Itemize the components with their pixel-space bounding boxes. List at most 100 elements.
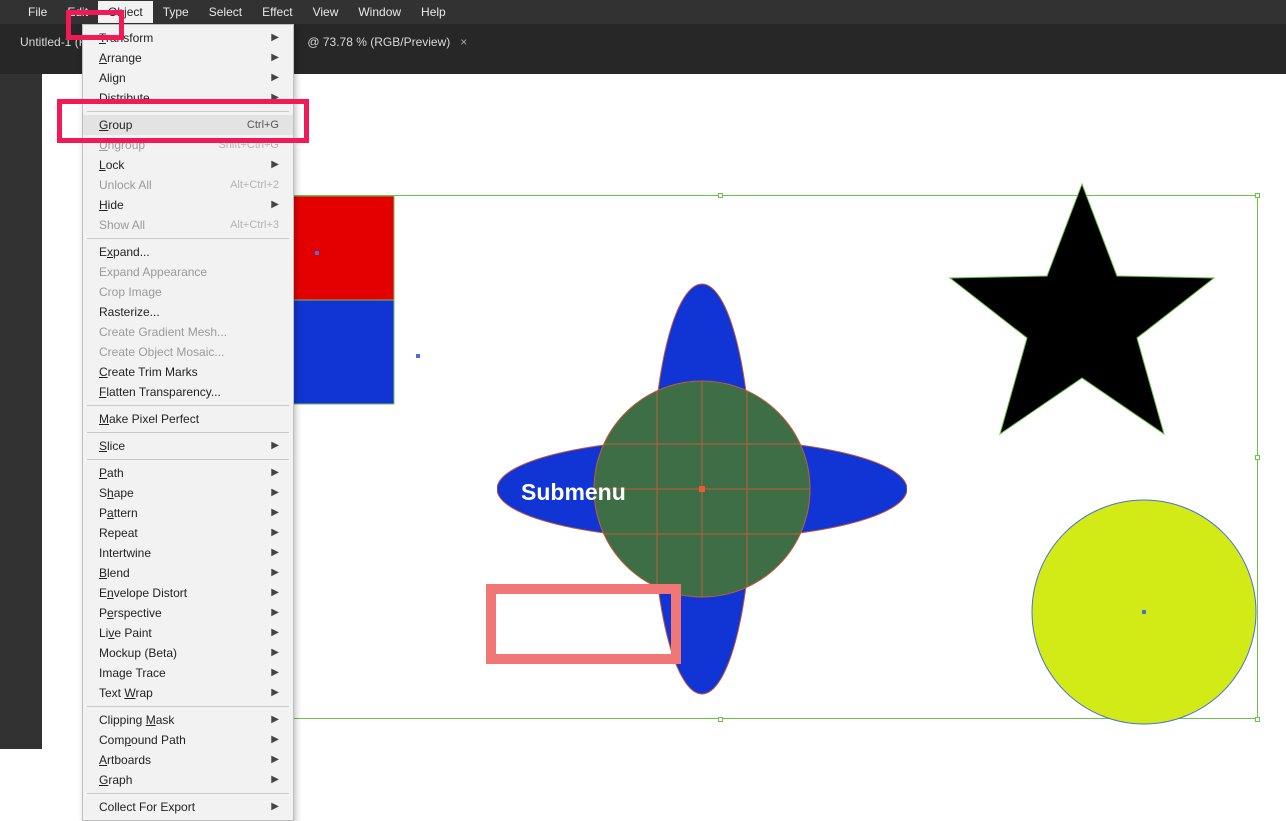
menu-item-rasterize[interactable]: Rasterize... xyxy=(83,302,293,322)
menu-item-label: Collect For Export xyxy=(99,799,195,815)
menu-item-shortcut: Alt+Ctrl+3 xyxy=(230,217,279,233)
close-tab-icon[interactable]: × xyxy=(460,35,467,49)
sel-handle-tr[interactable] xyxy=(1255,193,1260,198)
menu-item-flatten-transparency[interactable]: Flatten Transparency... xyxy=(83,382,293,402)
menu-effect[interactable]: Effect xyxy=(252,1,302,23)
submenu-arrow-icon: ▶ xyxy=(271,625,279,641)
menu-item-crop-image: Crop Image xyxy=(83,282,293,302)
menu-item-text-wrap[interactable]: Text Wrap ▶ xyxy=(83,683,293,703)
menu-item-label: Expand Appearance xyxy=(99,264,207,280)
menu-item-collect-for-export[interactable]: Collect For Export ▶ xyxy=(83,797,293,817)
menu-item-label: Create Gradient Mesh... xyxy=(99,324,227,340)
menu-item-label: Artboards xyxy=(99,752,151,768)
menu-edit[interactable]: Edit xyxy=(57,1,98,23)
menu-object[interactable]: Object xyxy=(98,1,153,23)
sel-handle-tm[interactable] xyxy=(718,193,723,198)
menu-item-shortcut: Alt+Ctrl+2 xyxy=(230,177,279,193)
submenu-arrow-icon: ▶ xyxy=(271,799,279,815)
menu-item-blend[interactable]: Blend▶ xyxy=(83,563,293,583)
menu-item-label: Clipping Mask xyxy=(99,712,174,728)
menu-item-group[interactable]: GroupCtrl+G xyxy=(83,115,293,135)
menu-item-create-gradient-mesh: Create Gradient Mesh... xyxy=(83,322,293,342)
menu-item-label: Shape xyxy=(99,485,134,501)
submenu-arrow-icon: ▶ xyxy=(271,438,279,454)
menu-item-graph[interactable]: Graph▶ xyxy=(83,770,293,790)
submenu-arrow-icon: ▶ xyxy=(271,157,279,173)
menu-item-label: Live Paint xyxy=(99,625,152,641)
submenu-arrow-icon: ▶ xyxy=(271,645,279,661)
menu-item-slice[interactable]: Slice▶ xyxy=(83,436,293,456)
submenu-arrow-icon: ▶ xyxy=(271,485,279,501)
submenu-arrow-icon: ▶ xyxy=(271,30,279,46)
menu-item-label: Rasterize... xyxy=(99,304,160,320)
submenu-arrow-icon: ▶ xyxy=(271,70,279,86)
menu-item-expand[interactable]: Expand... xyxy=(83,242,293,262)
submenu-arrow-icon: ▶ xyxy=(271,752,279,768)
menu-item-artboards[interactable]: Artboards ▶ xyxy=(83,750,293,770)
menu-help[interactable]: Help xyxy=(411,1,456,23)
menu-item-lock[interactable]: Lock ▶ xyxy=(83,155,293,175)
submenu-arrow-icon: ▶ xyxy=(271,505,279,521)
submenu-arrow-icon: ▶ xyxy=(271,545,279,561)
menu-view[interactable]: View xyxy=(303,1,349,23)
menu-item-label: Text Wrap xyxy=(99,685,153,701)
menu-item-create-object-mosaic: Create Object Mosaic... xyxy=(83,342,293,362)
menu-item-clipping-mask[interactable]: Clipping Mask▶ xyxy=(83,710,293,730)
menu-item-pattern[interactable]: Pattern ▶ xyxy=(83,503,293,523)
menu-window[interactable]: Window xyxy=(348,1,411,23)
menu-separator xyxy=(87,793,289,794)
menu-item-label: Compound Path xyxy=(99,732,186,748)
menu-item-repeat[interactable]: Repeat▶ xyxy=(83,523,293,543)
menu-item-label: Lock xyxy=(99,157,124,173)
menu-item-perspective[interactable]: Perspective ▶ xyxy=(83,603,293,623)
submenu-arrow-icon: ▶ xyxy=(271,50,279,66)
menu-item-hide[interactable]: Hide▶ xyxy=(83,195,293,215)
menu-item-distribute[interactable]: Distribute▶ xyxy=(83,88,293,108)
menu-item-transform[interactable]: Transform ▶ xyxy=(83,28,293,48)
menu-item-label: Unlock All xyxy=(99,177,152,193)
menu-item-shape[interactable]: Shape ▶ xyxy=(83,483,293,503)
menu-item-show-all: Show AllAlt+Ctrl+3 xyxy=(83,215,293,235)
menu-item-label: Pattern xyxy=(99,505,138,521)
menu-item-image-trace[interactable]: Image Trace ▶ xyxy=(83,663,293,683)
submenu-arrow-icon: ▶ xyxy=(271,665,279,681)
menu-item-label: Group xyxy=(99,117,132,133)
menu-item-path[interactable]: Path▶ xyxy=(83,463,293,483)
sel-handle-rm[interactable] xyxy=(1255,455,1260,460)
shape-compass-group[interactable] xyxy=(497,279,907,699)
menu-item-label: Align xyxy=(99,70,126,86)
menu-type[interactable]: Type xyxy=(153,1,199,23)
submenu-arrow-icon: ▶ xyxy=(271,685,279,701)
menu-item-live-paint[interactable]: Live Paint ▶ xyxy=(83,623,293,643)
shape-star[interactable] xyxy=(942,176,1222,456)
menu-item-align[interactable]: Align ▶ xyxy=(83,68,293,88)
menu-select[interactable]: Select xyxy=(199,1,252,23)
menu-item-make-pixel-perfect[interactable]: Make Pixel Perfect xyxy=(83,409,293,429)
sel-handle-bm[interactable] xyxy=(718,717,723,722)
tab-title-prefix: Untitled-1 (R xyxy=(20,35,87,49)
submenu-arrow-icon: ▶ xyxy=(271,605,279,621)
menu-item-compound-path[interactable]: Compound Path▶ xyxy=(83,730,293,750)
menu-separator xyxy=(87,405,289,406)
menu-item-label: Intertwine xyxy=(99,545,151,561)
shape-center-circle xyxy=(1142,610,1146,614)
menu-item-expand-appearance: Expand Appearance xyxy=(83,262,293,282)
submenu-arrow-icon: ▶ xyxy=(271,565,279,581)
submenu-arrow-icon: ▶ xyxy=(271,585,279,601)
menu-item-label: Ungroup xyxy=(99,137,145,153)
submenu-arrow-icon: ▶ xyxy=(271,465,279,481)
submenu-arrow-icon: ▶ xyxy=(271,772,279,788)
menu-item-mockup-beta[interactable]: Mockup (Beta)▶ xyxy=(83,643,293,663)
menu-item-envelope-distort[interactable]: Envelope Distort▶ xyxy=(83,583,293,603)
menu-item-label: Perspective xyxy=(99,605,162,621)
menu-item-label: Create Trim Marks xyxy=(99,364,198,380)
tab-title-suffix: @ 73.78 % (RGB/Preview) xyxy=(307,35,450,49)
menu-item-label: Image Trace xyxy=(99,665,166,681)
menu-item-intertwine[interactable]: Intertwine ▶ xyxy=(83,543,293,563)
menu-item-label: Crop Image xyxy=(99,284,162,300)
menu-file[interactable]: File xyxy=(18,1,57,23)
menu-item-arrange[interactable]: Arrange▶ xyxy=(83,48,293,68)
menu-item-label: Transform xyxy=(99,30,153,46)
menu-item-create-trim-marks[interactable]: Create Trim Marks xyxy=(83,362,293,382)
left-panel-stub xyxy=(0,74,42,749)
